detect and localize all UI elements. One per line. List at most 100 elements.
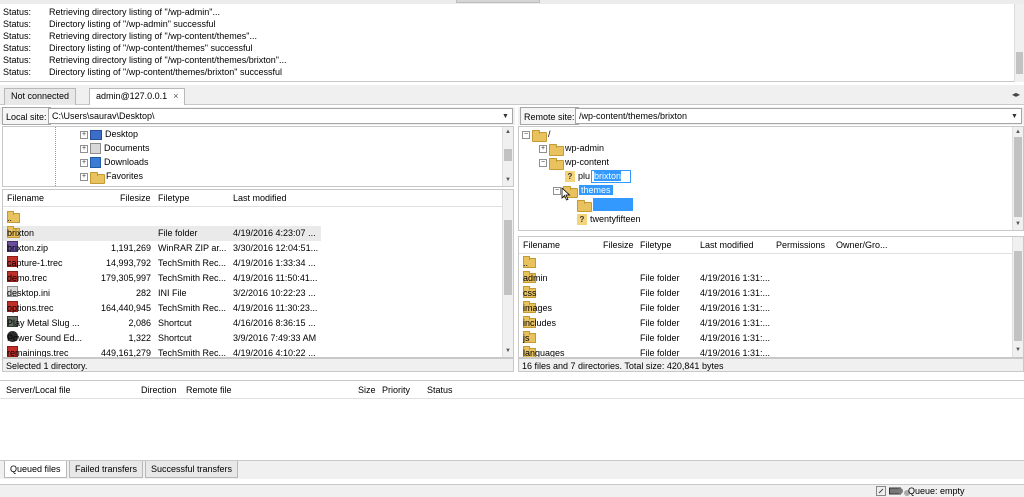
column-header-filesize[interactable]: Filesize (603, 237, 634, 254)
cell-filetype: TechSmith Rec... (158, 258, 227, 268)
table-row[interactable]: Play Metal Slug ... 2,086 Shortcut 4/16/201… (3, 316, 321, 331)
scroll-down-icon[interactable]: ▼ (503, 175, 513, 185)
scrollbar-thumb[interactable] (504, 220, 512, 295)
log-line-text: Directory listing of "/wp-admin" success… (49, 19, 216, 29)
column-header-direction[interactable]: Direction (141, 381, 177, 400)
tab-queued-files[interactable]: Queued files (4, 461, 67, 478)
table-row[interactable]: .. (519, 256, 1013, 271)
table-row[interactable]: includes File folder 4/19/2016 1:31:... (519, 316, 1013, 331)
remote-tree-label: plu (578, 171, 591, 181)
tab-scroll-arrows-icon[interactable]: ◂▸ (1012, 90, 1022, 100)
column-header-filename[interactable]: Filename (7, 190, 44, 207)
tab-failed-transfers[interactable]: Failed transfers (69, 461, 144, 478)
scrollbar-thumb[interactable] (1014, 251, 1022, 341)
local-path-input[interactable]: C:\Users\saurav\Desktop\ ▼ (48, 108, 513, 124)
column-header-server-local-file[interactable]: Server/Local file (6, 381, 71, 400)
expand-icon[interactable]: + (80, 130, 88, 139)
cell-filetype: File folder (640, 303, 680, 313)
key-icon (876, 486, 886, 496)
remote-tree-item-wp-admin[interactable]: + wp-admin (539, 141, 604, 156)
log-line-text: Retrieving directory listing of "/wp-con… (49, 31, 257, 41)
table-row[interactable]: capture-1.trec 14,993,792 TechSmith Rec...… (3, 256, 321, 271)
scrollbar-thumb[interactable] (504, 149, 512, 161)
table-row[interactable]: Power Sound Ed... 1,322 Shortcut 3/9/2016 7… (3, 331, 321, 346)
local-site-bar: Local site: C:\Users\saurav\Desktop\ ▼ (0, 107, 515, 125)
scroll-down-icon[interactable]: ▼ (1013, 219, 1023, 229)
remote-tree-item-plugins[interactable]: ? plu brixton (565, 169, 632, 183)
collapse-icon[interactable]: − (539, 158, 547, 167)
cell-filetype: Shortcut (158, 333, 192, 343)
scroll-up-icon[interactable]: ▲ (1013, 127, 1023, 137)
scrollbar-thumb[interactable] (1014, 137, 1022, 217)
local-tree-item[interactable]: + Downloads (80, 155, 149, 169)
remote-tree-scrollbar[interactable]: ▲ ▼ (1012, 127, 1023, 230)
column-header-priority[interactable]: Priority (382, 381, 410, 400)
local-tree-item[interactable]: + Favorites (80, 169, 144, 184)
queue-list[interactable] (0, 399, 1024, 461)
column-header-owner-group[interactable]: Owner/Gro... (836, 237, 888, 254)
local-tree-scrollbar[interactable]: ▲ ▼ (502, 127, 513, 186)
scroll-down-icon[interactable]: ▼ (1013, 345, 1023, 355)
scroll-up-icon[interactable]: ▲ (503, 127, 513, 137)
table-row[interactable]: css File folder 4/19/2016 1:31:... (519, 286, 1013, 301)
expand-icon[interactable]: + (80, 158, 88, 167)
log-line: Status: Retrieving directory listing of "… (3, 30, 257, 42)
remote-tree-item-selected[interactable] (577, 197, 637, 212)
table-row[interactable]: images File folder 4/19/2016 1:31:... (519, 301, 1013, 316)
table-row[interactable]: admin File folder 4/19/2016 1:31:... (519, 271, 1013, 286)
collapse-icon[interactable]: − (522, 130, 530, 139)
column-header-permissions[interactable]: Permissions (776, 237, 825, 254)
table-row[interactable]: .. (3, 211, 321, 226)
local-tree-label: Favorites (106, 171, 144, 181)
column-header-filesize[interactable]: Filesize (120, 190, 151, 207)
log-line-label: Status: (3, 67, 32, 77)
expand-icon[interactable]: + (539, 144, 547, 153)
table-row[interactable]: brixton File folder 4/19/2016 4:23:07 ... (3, 226, 321, 241)
remote-tree-root[interactable]: − / (522, 127, 551, 142)
local-path-value: C:\Users\saurav\Desktop\ (52, 111, 155, 121)
remote-path-input[interactable]: /wp-content/themes/brixton ▼ (575, 108, 1022, 124)
local-list-scrollbar[interactable]: ▼ (502, 190, 513, 357)
expand-icon[interactable]: + (80, 144, 88, 153)
log-line: Status: Directory listing of "/wp-content… (3, 66, 282, 78)
close-icon[interactable]: × (173, 91, 178, 101)
scroll-down-icon[interactable]: ▼ (503, 346, 513, 356)
remote-file-list: Filename Filesize Filetype Last modified… (518, 236, 1024, 358)
filename-text: css (523, 288, 537, 298)
column-header-remote-file[interactable]: Remote file (186, 381, 232, 400)
log-scrollbar-thumb[interactable] (1016, 52, 1023, 74)
remote-list-scrollbar[interactable]: ▼ (1012, 237, 1023, 357)
rename-input[interactable]: brixton (591, 170, 632, 183)
column-header-filetype[interactable]: Filetype (158, 190, 190, 207)
column-header-last-modified[interactable]: Last modified (233, 190, 287, 207)
tab-admin[interactable]: admin@127.0.0.1 × (89, 88, 186, 105)
tab-not-connected[interactable]: Not connected (4, 88, 77, 105)
cell-filetype: INI File (158, 288, 187, 298)
column-header-size[interactable]: Size (358, 381, 376, 400)
cell-last-modified: 3/9/2016 7:49:33 AM (233, 333, 317, 343)
log-scrollbar[interactable] (1014, 4, 1024, 82)
local-tree-item[interactable]: + Desktop (80, 127, 138, 141)
chevron-down-icon[interactable]: ▼ (500, 110, 511, 124)
tab-successful-transfers[interactable]: Successful transfers (145, 461, 239, 478)
table-row[interactable]: options.trec 164,440,945 TechSmith Rec... 4… (3, 301, 321, 316)
expand-icon[interactable]: + (80, 172, 88, 181)
table-row[interactable]: languages File folder 4/19/2016 1:31:... (519, 346, 1013, 357)
column-header-last-modified[interactable]: Last modified (700, 237, 754, 254)
collapse-icon[interactable]: − (553, 186, 561, 195)
message-log: Status: Retrieving directory listing of "… (0, 4, 1024, 82)
table-row[interactable]: js File folder 4/19/2016 1:31:... (519, 331, 1013, 346)
column-header-status[interactable]: Status (427, 381, 453, 400)
remote-tree-item-twentyfifteen[interactable]: ? twentyfifteen (577, 212, 641, 226)
log-line: Status: Retrieving directory listing of "… (3, 54, 287, 66)
chevron-down-icon[interactable]: ▼ (1009, 110, 1020, 124)
local-tree-item[interactable]: + Documents (80, 141, 150, 155)
column-header-filename[interactable]: Filename (523, 237, 560, 254)
table-row[interactable]: brixton.zip 1,191,269 WinRAR ZIP ar... 3/30… (3, 241, 321, 256)
filename-text: images (523, 303, 553, 313)
table-row[interactable]: remainings.trec 449,161,279 TechSmith Rec.… (3, 346, 321, 357)
remote-tree-item-wp-content[interactable]: − wp-content (539, 155, 609, 170)
table-row[interactable]: demo.trec 179,305,997 TechSmith Rec... 4/19… (3, 271, 321, 286)
table-row[interactable]: desktop.ini 282 INI File 3/2/2016 10:22:23 … (3, 286, 321, 301)
column-header-filetype[interactable]: Filetype (640, 237, 672, 254)
